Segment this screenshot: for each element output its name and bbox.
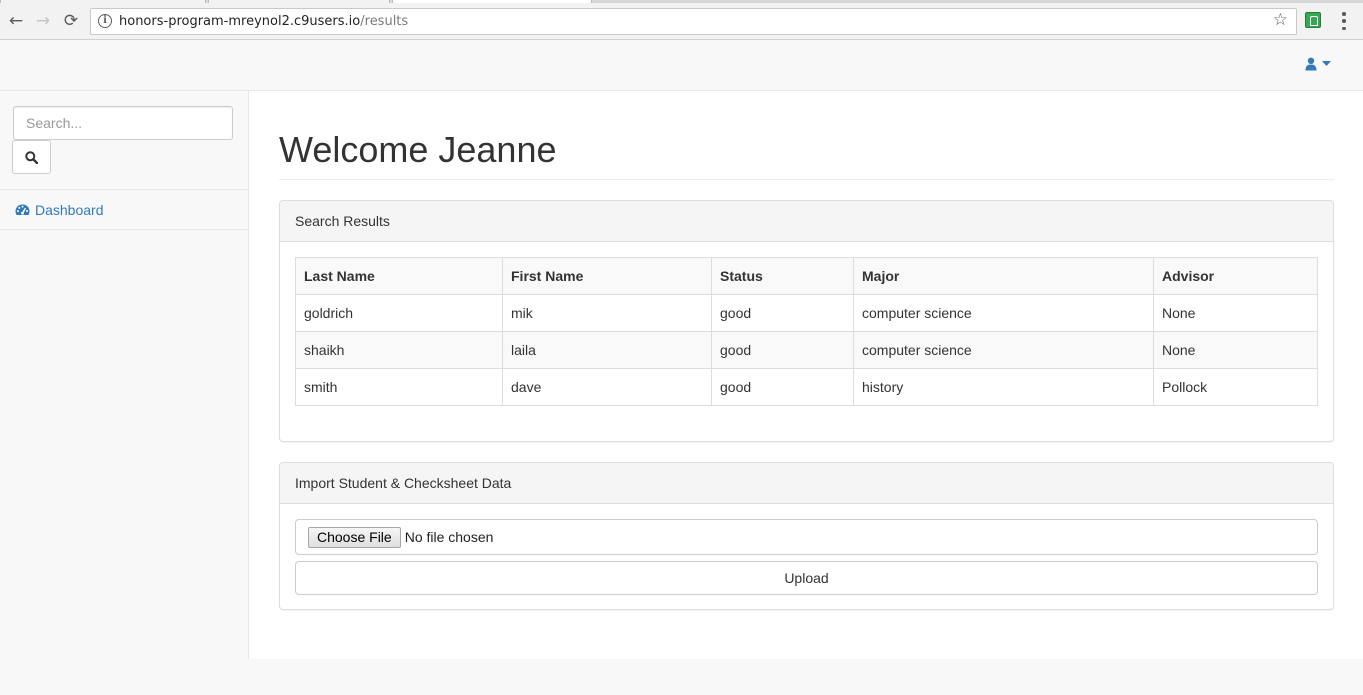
panel-body: Last Name First Name Status Major Adviso… [280, 242, 1333, 421]
panel-body: Choose File No file chosen Upload [280, 504, 1333, 610]
import-data-panel: Import Student & Checksheet Data Choose … [279, 462, 1334, 610]
table-cell: good [711, 368, 854, 406]
user-menu-toggle[interactable] [1305, 57, 1331, 71]
table-cell: None [1153, 331, 1318, 369]
bookmark-star-icon[interactable]: ☆ [1273, 10, 1288, 30]
column-header: Major [853, 257, 1154, 295]
search-input[interactable] [13, 106, 233, 140]
column-header: Advisor [1153, 257, 1318, 295]
dashboard-icon [15, 204, 30, 215]
info-icon[interactable]: i [98, 14, 112, 28]
table-row: shaikh laila good computer science None [295, 331, 1318, 369]
table-cell: computer science [853, 294, 1154, 332]
caret-down-icon [1322, 61, 1331, 66]
address-bar[interactable]: i honors-program-mreynol2.c9users.io/res… [90, 8, 1297, 35]
column-header: Last Name [295, 257, 503, 295]
file-input[interactable]: Choose File No file chosen [295, 519, 1318, 555]
url-host: honors-program-mreynol2.c9users.io [119, 14, 361, 29]
user-icon [1305, 57, 1317, 71]
url-path: /results [360, 14, 409, 29]
column-header: Status [711, 257, 854, 295]
table-cell: smith [295, 368, 503, 406]
results-table: Last Name First Name Status Major Adviso… [295, 257, 1318, 406]
search-button[interactable] [12, 140, 51, 174]
table-cell: dave [502, 368, 712, 406]
sidebar: Dashboard [0, 91, 249, 659]
table-header-row: Last Name First Name Status Major Adviso… [295, 257, 1318, 295]
top-navbar [0, 41, 1363, 91]
table-cell: history [853, 368, 1154, 406]
table-row: goldrich mik good computer science None [295, 294, 1318, 332]
table-cell: None [1153, 294, 1318, 332]
table-cell: shaikh [295, 331, 503, 369]
table-cell: goldrich [295, 294, 503, 332]
upload-button[interactable]: Upload [295, 561, 1318, 595]
table-row: smith dave good history Pollock [295, 368, 1318, 406]
table-cell: good [711, 294, 854, 332]
back-icon[interactable]: ← [5, 10, 27, 32]
page-header: Welcome Jeanne [279, 129, 1334, 180]
page-footer-area [0, 659, 1363, 695]
reload-icon[interactable]: ⟳ [60, 10, 82, 32]
choose-file-button[interactable]: Choose File [308, 526, 401, 548]
search-icon [25, 150, 38, 164]
browser-menu-icon[interactable] [1341, 12, 1347, 30]
panel-heading: Search Results [280, 201, 1333, 242]
table-cell: good [711, 331, 854, 369]
table-cell: laila [502, 331, 712, 369]
extension-icon[interactable] [1305, 12, 1321, 28]
column-header: First Name [502, 257, 712, 295]
url-text[interactable]: honors-program-mreynol2.c9users.io/resul… [119, 14, 408, 29]
sidebar-item-dashboard[interactable]: Dashboard [0, 190, 248, 230]
file-status-text: No file chosen [404, 529, 494, 545]
search-results-panel: Search Results Last Name First Name Stat… [279, 200, 1334, 442]
forward-icon[interactable]: → [32, 10, 54, 32]
page-title: Welcome Jeanne [279, 129, 557, 170]
table-cell: mik [502, 294, 712, 332]
table-cell: computer science [853, 331, 1154, 369]
browser-toolbar: ← → ⟳ i honors-program-mreynol2.c9users.… [0, 3, 1363, 40]
panel-heading: Import Student & Checksheet Data [280, 463, 1333, 504]
page-wrapper: Welcome Jeanne Search Results Last Name … [249, 91, 1363, 659]
sidebar-item-label: Dashboard [35, 201, 104, 218]
table-cell: Pollock [1153, 368, 1318, 406]
